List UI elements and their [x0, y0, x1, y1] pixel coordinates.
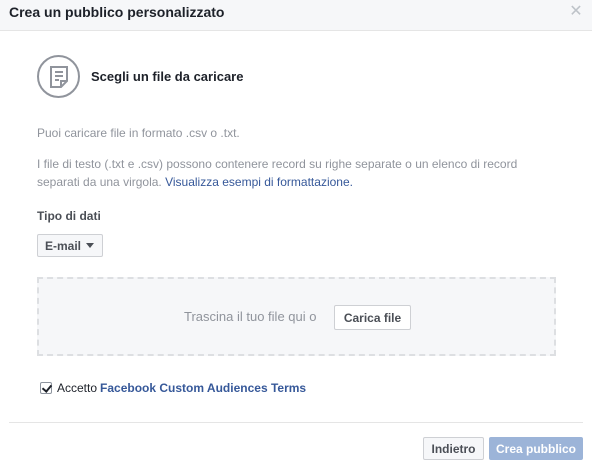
data-type-label: Tipo di dati	[37, 209, 101, 223]
terms-link[interactable]: Facebook Custom Audiences Terms	[100, 381, 306, 395]
dialog-header: Crea un pubblico personalizzato ✕	[0, 0, 592, 31]
back-button[interactable]: Indietro	[423, 437, 484, 460]
terms-row: Accetto Facebook Custom Audiences Terms	[40, 380, 306, 396]
section-title: Scegli un file da caricare	[91, 69, 244, 84]
create-audience-button[interactable]: Crea pubblico	[489, 437, 583, 460]
file-icon	[37, 55, 80, 98]
file-dropzone[interactable]: Trascina il tuo file qui o Carica file	[37, 277, 556, 356]
footer-divider	[9, 422, 583, 423]
format-description: I file di testo (.txt e .csv) possono co…	[37, 155, 557, 191]
data-type-value: E-mail	[45, 238, 82, 253]
upload-file-button[interactable]: Carica file	[334, 305, 411, 330]
data-type-select[interactable]: E-mail	[37, 234, 103, 257]
terms-prefix: Accetto	[57, 381, 98, 395]
formatting-examples-link[interactable]: Visualizza esempi di formattazione.	[165, 175, 353, 189]
format-info: Puoi caricare file in formato .csv o .tx…	[37, 126, 240, 140]
terms-checkbox[interactable]	[40, 382, 52, 394]
dropzone-text: Trascina il tuo file qui o	[184, 309, 317, 324]
close-icon[interactable]: ✕	[569, 3, 583, 21]
chevron-down-icon	[86, 243, 95, 248]
dialog-title: Crea un pubblico personalizzato	[9, 4, 225, 20]
